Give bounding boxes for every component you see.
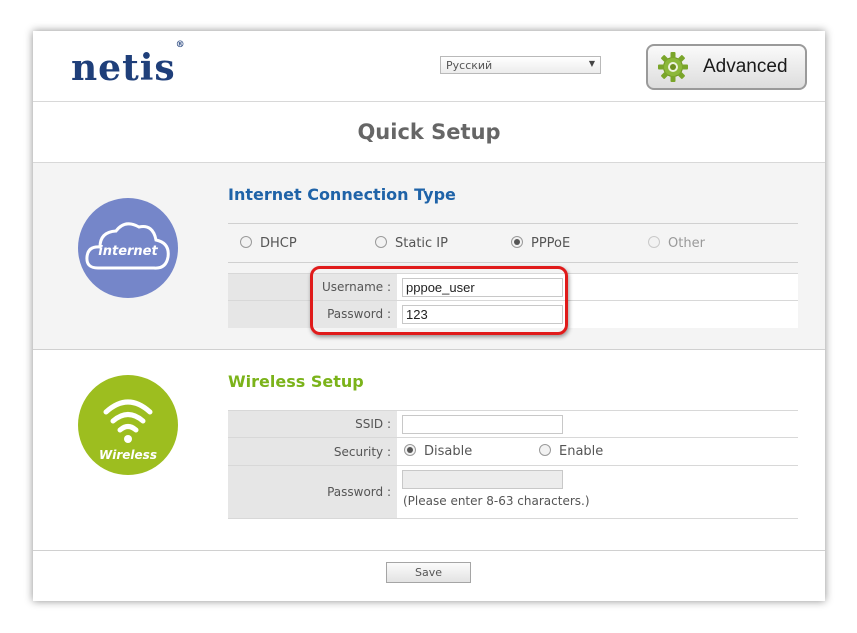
internet-badge: internet <box>78 198 178 298</box>
radio-other[interactable]: Other <box>648 236 705 251</box>
radio-circle <box>375 236 387 248</box>
save-button[interactable]: Save <box>386 562 471 583</box>
wireless-badge: Wireless <box>78 375 178 475</box>
radio-security-disable[interactable]: Disable <box>404 444 472 459</box>
wireless-section: Wireless Wireless Setup SSID : Security … <box>33 350 825 551</box>
ssid-row: SSID : <box>228 410 798 438</box>
radio-security-enable[interactable]: Enable <box>539 444 603 459</box>
netis-logo: netis® <box>71 40 186 89</box>
language-select[interactable]: Русский ▼ <box>440 56 601 74</box>
divider <box>228 223 798 224</box>
radio-pppoe[interactable]: PPPoE <box>511 236 570 251</box>
security-row: Security : Disable Enable <box>228 437 798 466</box>
radio-circle-selected <box>511 236 523 248</box>
wireless-setup-title: Wireless Setup <box>228 372 364 391</box>
radio-circle-selected <box>404 444 416 456</box>
security-label: Security : <box>228 438 397 466</box>
dropdown-arrow-icon: ▼ <box>588 59 595 68</box>
title-bar: Quick Setup <box>33 102 825 163</box>
wireless-password-row: Password : (Please enter 8-63 characters… <box>228 465 798 519</box>
radio-circle <box>648 236 660 248</box>
page-title: Quick Setup <box>357 120 501 144</box>
radio-static-ip[interactable]: Static IP <box>375 236 448 251</box>
advanced-label: Advanced <box>703 56 788 77</box>
router-page: netis® Русский ▼ Advanced Quick Setup in… <box>33 31 825 601</box>
ssid-label: SSID : <box>228 411 397 438</box>
advanced-button[interactable]: Advanced <box>646 44 807 90</box>
language-select-value: Русский <box>446 59 493 72</box>
divider <box>228 262 798 263</box>
header: netis® Русский ▼ Advanced <box>33 31 825 102</box>
ssid-cell <box>397 411 798 438</box>
wireless-password-field[interactable] <box>402 470 563 489</box>
internet-connection-title: Internet Connection Type <box>228 185 456 204</box>
ssid-field[interactable] <box>402 415 563 434</box>
radio-circle <box>539 444 551 456</box>
internet-icon-label: internet <box>98 244 158 259</box>
footer: Save <box>33 551 825 601</box>
gear-icon <box>658 52 688 82</box>
security-cell: Disable Enable <box>397 438 798 466</box>
wireless-icon-label: Wireless <box>99 448 157 462</box>
wireless-password-label: Password : <box>228 466 397 518</box>
radio-dhcp[interactable]: DHCP <box>240 236 297 251</box>
wireless-password-cell: (Please enter 8-63 characters.) <box>397 466 798 518</box>
radio-circle <box>240 236 252 248</box>
highlight-annotation <box>310 266 568 335</box>
password-hint: (Please enter 8-63 characters.) <box>403 494 590 508</box>
